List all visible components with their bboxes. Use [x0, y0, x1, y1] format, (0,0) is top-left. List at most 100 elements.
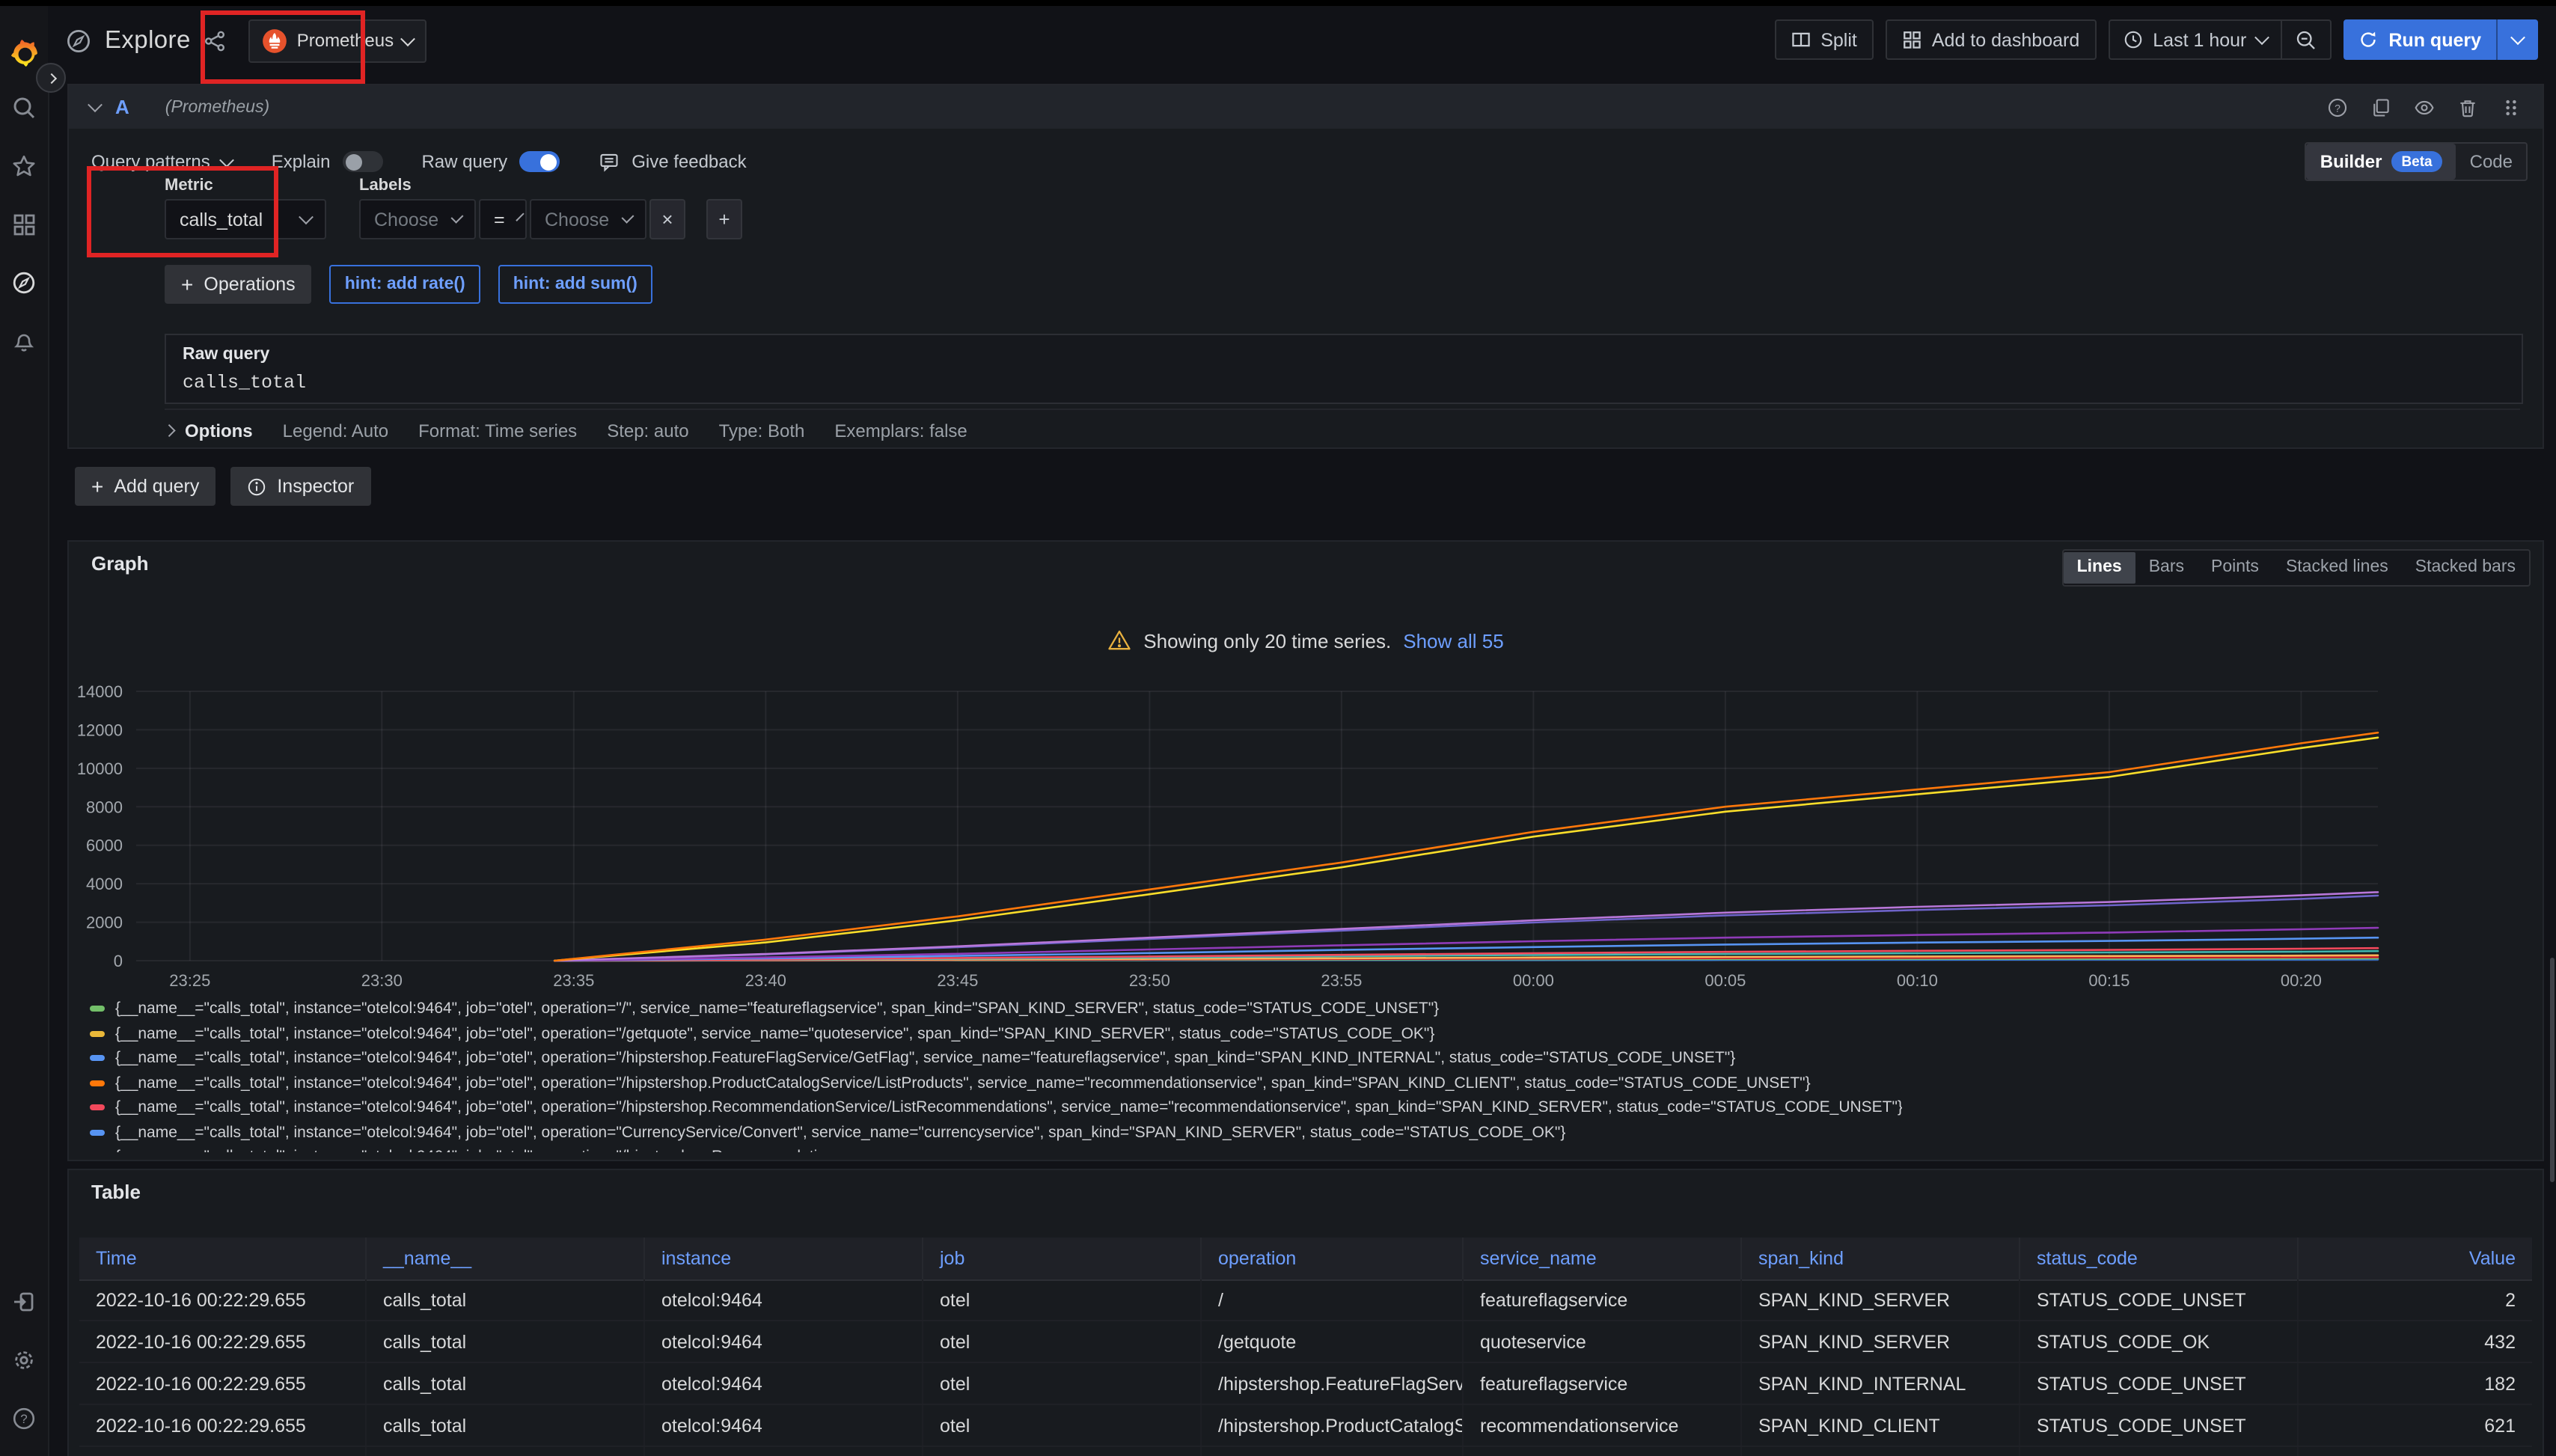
hint-add-rate-button[interactable]: hint: add rate(): [330, 265, 480, 304]
column-header-spankind[interactable]: span_kind: [1742, 1238, 2020, 1279]
legend-label: {__name__="calls_total", instance="otelc…: [115, 1000, 1439, 1018]
table-cell: 2022-10-16 00:22:29.655: [79, 1447, 367, 1456]
column-header-job[interactable]: job: [923, 1238, 1202, 1279]
column-header-statuscode[interactable]: status_code: [2020, 1238, 2299, 1279]
graph-mode-stacked-bars[interactable]: Stacked bars: [2402, 552, 2529, 584]
search-minus-icon: [2296, 29, 2317, 50]
raw-query-toggle[interactable]: [519, 151, 560, 172]
legend-label: {__name__="calls_total", instance="otelc…: [115, 1074, 1811, 1092]
legend-item[interactable]: {__name__="calls_total", instance="otelc…: [90, 1071, 2534, 1095]
column-header-operation[interactable]: operation: [1202, 1238, 1464, 1279]
table-cell: featureflagservice: [1464, 1363, 1742, 1404]
remove-query-trash-icon[interactable]: [2457, 97, 2478, 117]
legend-item[interactable]: {__name__="calls_total", instance="otelc…: [90, 1021, 2534, 1046]
table-row: 2022-10-16 00:22:29.655calls_totalotelco…: [79, 1363, 2532, 1405]
graph-mode-points[interactable]: Points: [2198, 552, 2272, 584]
time-range-picker[interactable]: Last 1 hour: [2109, 21, 2281, 58]
legend-item[interactable]: {__name__="calls_total", instance="otelc…: [90, 1095, 2534, 1120]
options-collapse[interactable]: Options: [165, 420, 253, 441]
top-strip: [0, 0, 2556, 6]
run-query-dropdown[interactable]: [2498, 19, 2538, 60]
table-cell: quoteservice: [1464, 1321, 1742, 1362]
add-operation-button[interactable]: + Operations: [165, 265, 312, 304]
query-row-header[interactable]: A (Prometheus) ?: [69, 85, 2543, 129]
query-help-icon[interactable]: ?: [2327, 97, 2348, 117]
column-header-value[interactable]: Value: [2299, 1238, 2532, 1279]
run-query-button[interactable]: Run query: [2343, 19, 2496, 60]
query-option: Type: Both: [719, 420, 805, 441]
table-cell: SPAN_KIND_INTERNAL: [1742, 1363, 2020, 1404]
label-key-select[interactable]: Choose: [359, 199, 476, 239]
tab-code[interactable]: Code: [2456, 144, 2526, 180]
drag-handle-icon[interactable]: [2501, 97, 2522, 117]
legend-swatch: [90, 1031, 105, 1037]
graph-mode-bars[interactable]: Bars: [2135, 552, 2198, 584]
grafana-logo-icon[interactable]: [7, 39, 40, 72]
legend-label: {__name__="calls_total", instance="otelc…: [115, 1124, 1565, 1142]
column-header-name[interactable]: __name__: [367, 1238, 645, 1279]
share-icon[interactable]: [204, 29, 227, 52]
metric-select[interactable]: calls_total: [165, 199, 326, 239]
explore-compass-icon[interactable]: [12, 271, 36, 295]
sign-in-icon[interactable]: [12, 1290, 36, 1314]
search-icon[interactable]: [12, 96, 36, 120]
table-cell: otelcol:9464: [645, 1279, 923, 1320]
explore-compass-icon: [66, 28, 91, 53]
y-axis-tick: 0: [114, 952, 123, 970]
y-axis-tick: 8000: [86, 798, 123, 816]
duplicate-query-icon[interactable]: [2370, 97, 2391, 117]
legend-item[interactable]: {__name__="calls_total", instance="otelc…: [90, 1120, 2534, 1145]
y-axis-tick: 10000: [77, 759, 123, 778]
legend-swatch: [90, 1105, 105, 1111]
label-operator-select[interactable]: =: [479, 199, 527, 239]
legend-item-clipped[interactable]: {__name__="calls_total", instance="otelc…: [90, 1145, 2534, 1152]
split-button[interactable]: Split: [1774, 19, 1874, 60]
column-header-servicename[interactable]: service_name: [1464, 1238, 1742, 1279]
table-panel: Table Time__name__instancejoboperationse…: [67, 1169, 2544, 1456]
legend-swatch: [90, 1006, 105, 1012]
tab-builder[interactable]: Builder Beta: [2307, 144, 2456, 180]
datasource-picker[interactable]: Prometheus: [249, 19, 426, 62]
settings-gear-icon[interactable]: [12, 1348, 36, 1372]
collapse-query-icon[interactable]: [88, 97, 103, 112]
query-option: Format: Time series: [418, 420, 577, 441]
table-cell: SPAN_KIND_SERVER: [1742, 1321, 2020, 1362]
explain-toggle[interactable]: [342, 151, 382, 172]
table-cell: calls_total: [367, 1363, 645, 1404]
y-axis-tick: 12000: [77, 721, 123, 739]
dashboards-icon[interactable]: [12, 212, 36, 236]
dashboard-grid-icon: [1902, 30, 1921, 49]
hint-add-sum-button[interactable]: hint: add sum(): [498, 265, 652, 304]
give-feedback-link[interactable]: Give feedback: [599, 151, 746, 172]
refresh-icon: [2358, 30, 2378, 49]
table-header-row: Time__name__instancejoboperationservice_…: [79, 1238, 2532, 1281]
chart-svg[interactable]: 0200040006000800010000120001400023:2523:…: [69, 672, 2546, 994]
add-to-dashboard-button[interactable]: Add to dashboard: [1886, 19, 2096, 60]
table-row: 2022-10-16 00:22:29.655calls_totalotelco…: [79, 1279, 2532, 1321]
disable-query-eye-icon[interactable]: [2414, 97, 2435, 117]
column-header-instance[interactable]: instance: [645, 1238, 923, 1279]
graph-mode-lines[interactable]: Lines: [2064, 552, 2135, 584]
grafana-explore-page: ? Explore Prometheus Split Add to dashbo…: [0, 0, 2556, 1456]
query-ref-id: A: [115, 96, 129, 118]
time-series-chart[interactable]: 0200040006000800010000120001400023:2523:…: [69, 672, 2546, 994]
alerting-bell-icon[interactable]: [12, 329, 36, 353]
page-scrollbar[interactable]: [2550, 958, 2555, 1182]
table-cell: otelcol:9464: [645, 1405, 923, 1446]
add-query-button[interactable]: + Add query: [75, 467, 215, 506]
label-value-select[interactable]: Choose: [530, 199, 646, 239]
sidebar-expand-button[interactable]: [36, 63, 66, 93]
legend-item[interactable]: {__name__="calls_total", instance="otelc…: [90, 1046, 2534, 1071]
starred-icon[interactable]: [12, 154, 36, 178]
svg-text:?: ?: [20, 1412, 27, 1426]
inspector-button[interactable]: Inspector: [230, 467, 370, 506]
add-label-filter-button[interactable]: +: [706, 199, 742, 239]
show-all-series-link[interactable]: Show all 55: [1403, 629, 1503, 652]
column-header-time[interactable]: Time: [79, 1238, 367, 1279]
graph-mode-stacked-lines[interactable]: Stacked lines: [2272, 552, 2402, 584]
zoom-out-time-button[interactable]: [2282, 21, 2330, 58]
remove-label-filter-button[interactable]: ×: [649, 199, 685, 239]
query-patterns-dropdown[interactable]: Query patterns: [91, 151, 233, 172]
help-icon[interactable]: ?: [12, 1407, 36, 1431]
legend-item[interactable]: {__name__="calls_total", instance="otelc…: [90, 997, 2534, 1021]
